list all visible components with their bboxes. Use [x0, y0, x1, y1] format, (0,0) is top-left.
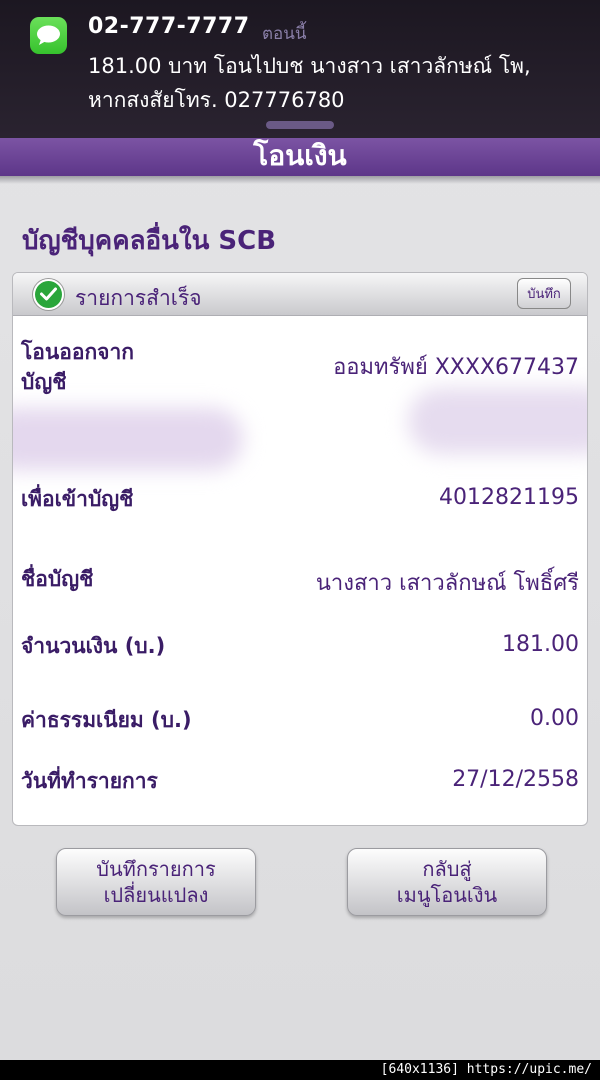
fee-label: ค่าธรรมเนียม (บ.): [21, 708, 192, 732]
back-label-line-2: เมนูโอนเงิน: [396, 883, 498, 907]
save-changes-button[interactable]: บันทึกรายการ เปลี่ยนแปลง: [56, 848, 256, 916]
watermark-bar: [640x1136] https://upic.me/: [0, 1060, 600, 1080]
from-account-label-line-2: บัญชี: [21, 370, 67, 394]
to-account-label: เพื่อเข้าบัญชี: [21, 487, 134, 511]
header-title: โอนเงิน: [253, 139, 347, 172]
save-changes-label-line-2: เปลี่ยนแปลง: [103, 883, 209, 907]
fee-value: 0.00: [530, 706, 579, 731]
notification-drag-handle[interactable]: [266, 121, 334, 129]
account-name-label: ชื่อบัญชี: [21, 567, 94, 591]
notification-sender: 02-777-7777: [88, 14, 250, 39]
amount-value: 181.00: [502, 632, 579, 657]
notification-message-line-2: หากสงสัยโทร. 027776780: [88, 88, 345, 112]
to-account-value: 4012821195: [439, 485, 579, 510]
checkmark-icon: [35, 281, 62, 308]
watermark-text: [640x1136] https://upic.me/: [380, 1062, 592, 1077]
notification-banner[interactable]: 02-777-7777 ตอนนี้ 181.00 บาท โอนไปบช นา…: [0, 0, 600, 138]
from-account-label-line-1: โอนออกจาก: [21, 340, 134, 364]
back-label-line-1: กลับสู่: [422, 857, 472, 881]
panel-header: รายการสำเร็จ บันทึก: [13, 273, 587, 316]
account-name-value: นางสาว เสาวลักษณ์ โพธิ์ศรี: [315, 571, 579, 596]
page-title: บัญชีบุคคลอื่นใน SCB: [22, 226, 277, 256]
notification-time: ตอนนี้: [262, 24, 307, 44]
back-to-transfer-menu-button[interactable]: กลับสู่ เมนูโอนเงิน: [347, 848, 547, 916]
status-text: รายการสำเร็จ: [75, 286, 202, 310]
redacted-blur-right: [408, 388, 587, 454]
date-label: วันที่ทำรายการ: [21, 769, 158, 793]
save-button[interactable]: บันทึก: [517, 278, 571, 309]
notification-message-line-1: 181.00 บาท โอนไปบช นางสาว เสาวลักษณ์ โพ,: [88, 54, 531, 78]
save-changes-label-line-1: บันทึกรายการ: [96, 857, 216, 881]
from-account-value: ออมทรัพย์ XXXX677437: [333, 355, 579, 380]
transaction-result-panel: รายการสำเร็จ บันทึก โอนออกจาก บัญชี ออมท…: [12, 272, 588, 826]
messages-icon: [30, 17, 67, 54]
app-screen: โอนเงิน 02-777-7777 ตอนนี้ 181.00 บาท โอ…: [0, 0, 600, 1060]
amount-label: จำนวนเงิน (บ.): [21, 634, 166, 658]
redacted-blur-left: [13, 408, 243, 470]
date-value: 27/12/2558: [452, 767, 579, 792]
